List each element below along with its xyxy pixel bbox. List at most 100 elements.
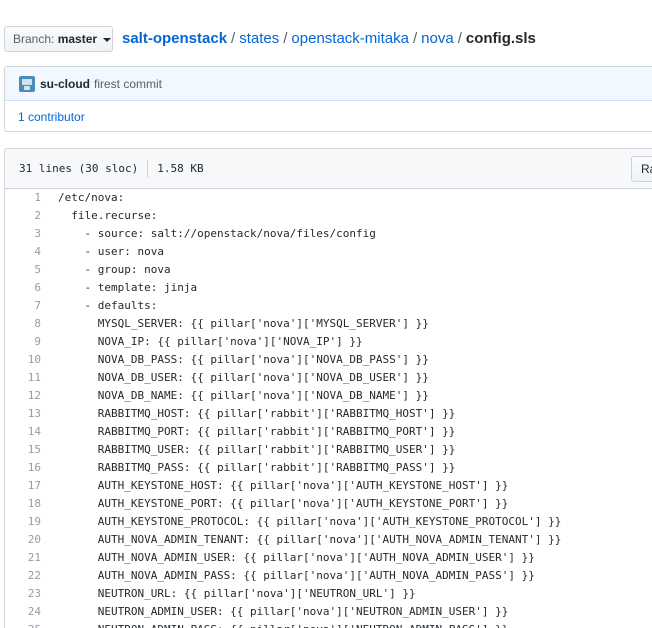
commit-message[interactable]: firest commit xyxy=(94,77,162,91)
code-line: 3 - source: salt://openstack/nova/files/… xyxy=(5,225,652,243)
breadcrumb-separator: / xyxy=(231,30,236,47)
line-content: RABBITMQ_PASS: {{ pillar['rabbit']['RABB… xyxy=(58,461,456,474)
line-number[interactable]: 23 xyxy=(5,585,41,603)
file-info-divider xyxy=(147,159,149,178)
code-line: 25 NEUTRON_ADMIN_PASS: {{ pillar['nova']… xyxy=(5,621,652,628)
line-content: AUTH_KEYSTONE_PROTOCOL: {{ pillar['nova'… xyxy=(58,515,562,528)
line-number[interactable]: 19 xyxy=(5,513,41,531)
branch-prefix: Branch: xyxy=(13,32,55,46)
breadcrumb-separator: / xyxy=(283,30,288,47)
breadcrumb-separator: / xyxy=(412,30,418,47)
latest-commit: su-cloud firest commit xyxy=(5,67,652,101)
contributors-row: 1 contributor xyxy=(5,101,652,132)
file-size: 1.58 KB xyxy=(157,162,204,175)
chevron-down-icon xyxy=(103,37,112,42)
line-number[interactable]: 21 xyxy=(5,549,41,567)
code-line: 10 NOVA_DB_PASS: {{ pillar['nova']['NOVA… xyxy=(5,351,652,369)
file-header: 31 lines (30 sloc) 1.58 KB Ra xyxy=(5,149,652,189)
breadcrumb-nova-link[interactable]: nova xyxy=(421,30,454,47)
line-content: RABBITMQ_HOST: {{ pillar['rabbit']['RABB… xyxy=(58,407,456,420)
line-content: file.recurse: xyxy=(58,209,158,222)
breadcrumb-mitaka-link[interactable]: openstack-mitaka xyxy=(291,30,409,47)
line-content: - source: salt://openstack/nova/files/co… xyxy=(58,227,376,240)
branch-name: master xyxy=(57,32,98,46)
line-content: - template: jinja xyxy=(58,281,198,294)
line-number[interactable]: 5 xyxy=(5,261,41,279)
code-line: 16 RABBITMQ_PASS: {{ pillar['rabbit']['R… xyxy=(5,459,652,477)
code-line: 23 NEUTRON_URL: {{ pillar['nova']['NEUTR… xyxy=(5,585,652,603)
code-line: 17 AUTH_KEYSTONE_HOST: {{ pillar['nova']… xyxy=(5,477,652,495)
branch-select-button[interactable]: Branch: master xyxy=(4,26,113,52)
code-line: 22 AUTH_NOVA_ADMIN_PASS: {{ pillar['nova… xyxy=(5,567,652,585)
line-number[interactable]: 7 xyxy=(5,297,41,315)
line-number[interactable]: 22 xyxy=(5,567,41,585)
code-line: 19 AUTH_KEYSTONE_PROTOCOL: {{ pillar['no… xyxy=(5,513,652,531)
line-content: NOVA_DB_PASS: {{ pillar['nova']['NOVA_DB… xyxy=(58,353,429,366)
line-number[interactable]: 6 xyxy=(5,279,41,297)
line-content: /etc/nova: xyxy=(58,191,125,204)
line-number[interactable]: 17 xyxy=(5,477,41,495)
line-content: RABBITMQ_PORT: {{ pillar['rabbit']['RABB… xyxy=(58,425,456,438)
code-line: 12 NOVA_DB_NAME: {{ pillar['nova']['NOVA… xyxy=(5,387,652,405)
commit-author[interactable]: su-cloud xyxy=(40,77,90,91)
line-number[interactable]: 2 xyxy=(5,207,41,225)
code-line: 5 - group: nova xyxy=(5,261,652,279)
line-content: AUTH_NOVA_ADMIN_TENANT: {{ pillar['nova'… xyxy=(58,533,562,546)
commit-tease: su-cloud firest commit 1 contributor xyxy=(4,66,652,132)
breadcrumb-separator: / xyxy=(457,30,462,47)
code-line: 18 AUTH_KEYSTONE_PORT: {{ pillar['nova']… xyxy=(5,495,652,513)
code-line: 7 - defaults: xyxy=(5,297,652,315)
code-line: 9 NOVA_IP: {{ pillar['nova']['NOVA_IP'] … xyxy=(5,333,652,351)
code-line: 24 NEUTRON_ADMIN_USER: {{ pillar['nova']… xyxy=(5,603,652,621)
line-number[interactable]: 8 xyxy=(5,315,41,333)
user-avatar-icon[interactable] xyxy=(19,75,35,92)
line-content: NOVA_DB_USER: {{ pillar['nova']['NOVA_DB… xyxy=(58,371,429,384)
line-content: NEUTRON_ADMIN_PASS: {{ pillar['nova']['N… xyxy=(41,621,509,628)
line-number[interactable]: 13 xyxy=(5,405,41,423)
breadcrumb-current-file: config.sls xyxy=(465,30,536,47)
raw-button[interactable]: Ra xyxy=(631,156,652,182)
code-line: 1/etc/nova: xyxy=(5,189,652,207)
line-number[interactable]: 24 xyxy=(5,603,41,621)
code-line: 14 RABBITMQ_PORT: {{ pillar['rabbit']['R… xyxy=(5,423,652,441)
contributors-link[interactable]: 1 contributor xyxy=(18,110,85,124)
line-number[interactable]: 18 xyxy=(5,495,41,513)
breadcrumb-states-link[interactable]: states xyxy=(239,30,279,47)
line-content: AUTH_KEYSTONE_HOST: {{ pillar['nova']['A… xyxy=(58,479,509,492)
line-content: NEUTRON_URL: {{ pillar['nova']['NEUTRON_… xyxy=(58,587,416,600)
line-number[interactable]: 12 xyxy=(5,387,41,405)
line-number[interactable]: 10 xyxy=(5,351,41,369)
code-line: 13 RABBITMQ_HOST: {{ pillar['rabbit']['R… xyxy=(5,405,652,423)
code-line: 4 - user: nova xyxy=(5,243,652,261)
code-line: 8 MYSQL_SERVER: {{ pillar['nova']['MYSQL… xyxy=(5,315,652,333)
breadcrumb: salt-openstack / states / openstack-mitaka / n… xyxy=(122,26,536,52)
code-view: 1/etc/nova: 2 file.recurse: 3 - source: sa… xyxy=(5,189,652,628)
line-number[interactable]: 25 xyxy=(5,621,41,628)
code-line: 15 RABBITMQ_USER: {{ pillar['rabbit']['R… xyxy=(5,441,652,459)
line-content: NOVA_IP: {{ pillar['nova']['NOVA_IP'] }} xyxy=(58,335,363,348)
line-number[interactable]: 16 xyxy=(5,459,41,477)
line-content: MYSQL_SERVER: {{ pillar['nova']['MYSQL_S… xyxy=(58,317,429,330)
code-line: 2 file.recurse: xyxy=(5,207,652,225)
breadcrumb-repo-link[interactable]: salt-openstack xyxy=(122,30,227,47)
line-content: - defaults: xyxy=(58,299,158,312)
line-content: AUTH_NOVA_ADMIN_PASS: {{ pillar['nova'][… xyxy=(58,569,535,582)
line-number[interactable]: 4 xyxy=(5,243,41,261)
line-number[interactable]: 9 xyxy=(5,333,41,351)
line-content: NEUTRON_ADMIN_USER: {{ pillar['nova']['N… xyxy=(58,605,509,618)
line-number[interactable]: 1 xyxy=(5,189,41,207)
line-content: NOVA_DB_NAME: {{ pillar['nova']['NOVA_DB… xyxy=(58,389,429,402)
file-line-count: 31 lines (30 sloc) xyxy=(19,162,139,175)
line-content: - user: nova xyxy=(58,245,164,258)
file-container: 31 lines (30 sloc) 1.58 KB Ra 1/etc/nova… xyxy=(4,148,652,628)
line-number[interactable]: 15 xyxy=(5,441,41,459)
line-number[interactable]: 11 xyxy=(5,369,41,387)
line-content: AUTH_NOVA_ADMIN_USER: {{ pillar['nova'][… xyxy=(58,551,535,564)
line-number[interactable]: 14 xyxy=(5,423,41,441)
line-content: AUTH_KEYSTONE_PORT: {{ pillar['nova']['A… xyxy=(58,497,509,510)
code-line: 6 - template: jinja xyxy=(5,279,652,297)
line-number[interactable]: 3 xyxy=(5,225,41,243)
code-line: 11 NOVA_DB_USER: {{ pillar['nova']['NOVA… xyxy=(5,369,652,387)
line-number[interactable]: 20 xyxy=(5,531,41,549)
file-navigation: Branch: master salt-openstack / states / ope… xyxy=(0,26,652,54)
